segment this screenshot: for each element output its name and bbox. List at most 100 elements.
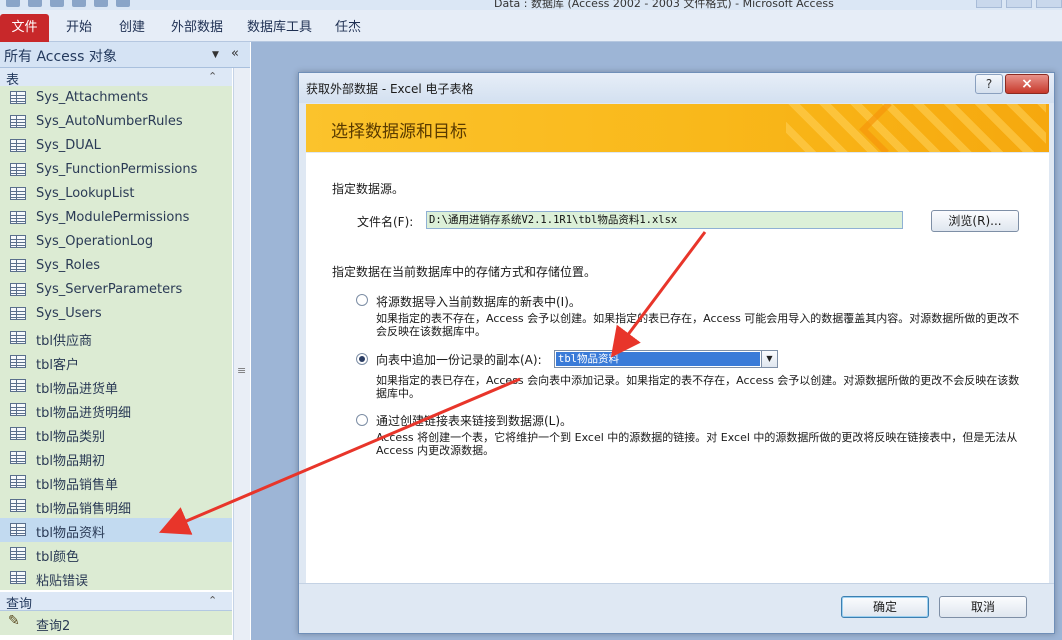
- nav-item-label: Sys_Roles: [36, 258, 101, 273]
- nav-item-label: tbl供应商: [36, 334, 92, 349]
- nav-item-table[interactable]: tbl物品销售明细: [0, 494, 232, 518]
- navigation-pane: 所有 Access 对象 ▼ « 表 ⌃ Sys_Attachments Sys…: [0, 42, 250, 640]
- filename-input[interactable]: D:\通用进销存系统V2.1.1R1\tbl物品资料1.xlsx: [426, 211, 903, 229]
- nav-item-label: tbl物品销售单: [36, 478, 118, 493]
- nav-item-label: tbl物品类别: [36, 430, 105, 445]
- nav-item-label: 查询2: [36, 619, 71, 634]
- nav-item-table[interactable]: Sys_DUAL: [0, 134, 232, 158]
- filename-label: 文件名(F):: [357, 215, 414, 229]
- nav-item-table[interactable]: Sys_Attachments: [0, 86, 232, 110]
- import-new-table-radio[interactable]: [356, 294, 368, 306]
- nav-item-table[interactable]: tbl客户: [0, 350, 232, 374]
- print-icon[interactable]: [72, 0, 86, 7]
- link-table-label[interactable]: 通过创建链接表来链接到数据源(L)。: [376, 412, 572, 429]
- nav-item-label: Sys_ServerParameters: [36, 282, 183, 297]
- table-icon: [10, 307, 26, 320]
- save-icon[interactable]: [50, 0, 64, 7]
- tab-home[interactable]: 开始: [56, 14, 102, 42]
- import-new-table-label[interactable]: 将源数据导入当前数据库的新表中(I)。: [376, 293, 581, 310]
- link-table-radio[interactable]: [356, 414, 368, 426]
- table-icon: [10, 115, 26, 128]
- nav-item-table[interactable]: tbl物品期初: [0, 446, 232, 470]
- nav-item-table[interactable]: tbl物品销售单: [0, 470, 232, 494]
- import-new-table-desc: 如果指定的表不存在，Access 会予以创建。如果指定的表已存在，Access …: [376, 312, 1020, 338]
- append-table-radio[interactable]: [356, 353, 368, 365]
- append-table-label[interactable]: 向表中追加一份记录的副本(A):: [376, 351, 542, 368]
- tab-database-tools[interactable]: 数据库工具: [237, 14, 322, 42]
- table-icon: [10, 139, 26, 152]
- ribbon-tabs: 文件 开始 创建 外部数据 数据库工具 任杰: [0, 10, 1062, 42]
- table-icon: [10, 355, 26, 368]
- table-icon: [10, 547, 26, 560]
- nav-group-tables[interactable]: 表 ⌃: [0, 68, 232, 88]
- splitter-grip-icon[interactable]: ≡: [237, 364, 246, 377]
- append-table-select[interactable]: tbl物品资料 ▼: [554, 350, 778, 368]
- nav-item-table[interactable]: Sys_Roles: [0, 254, 232, 278]
- nav-item-label: 粘贴错误: [36, 574, 89, 589]
- cancel-button[interactable]: 取消: [939, 596, 1027, 618]
- dialog-titlebar[interactable]: 获取外部数据 - Excel 电子表格 ? ×: [299, 73, 1054, 103]
- table-list: Sys_Attachments Sys_AutoNumberRules Sys_…: [0, 86, 232, 590]
- link-table-desc: Access 将创建一个表，它将维护一个到 Excel 中的源数据的链接。对 E…: [376, 431, 1018, 457]
- specify-source-label: 指定数据源。: [332, 182, 405, 196]
- nav-item-table[interactable]: Sys_ServerParameters: [0, 278, 232, 302]
- close-button[interactable]: ×: [1005, 74, 1049, 94]
- table-icon: [10, 379, 26, 392]
- table-icon: [10, 259, 26, 272]
- dialog-footer: 确定 取消: [299, 583, 1054, 633]
- nav-group-queries[interactable]: 查询 ⌃: [0, 592, 232, 612]
- maximize-button[interactable]: [1006, 0, 1032, 8]
- nav-item-table[interactable]: Sys_FunctionPermissions: [0, 158, 232, 182]
- nav-item-table[interactable]: Sys_LookupList: [0, 182, 232, 206]
- table-icon: [10, 403, 26, 416]
- help-button[interactable]: ?: [975, 74, 1003, 94]
- browse-button[interactable]: 浏览(R)...: [931, 210, 1019, 232]
- nav-item-label: Sys_ModulePermissions: [36, 210, 190, 225]
- tab-create[interactable]: 创建: [109, 14, 155, 42]
- quick-access-toolbar[interactable]: [6, 0, 236, 10]
- table-icon: [10, 187, 26, 200]
- banner-title: 选择数据源和目标: [331, 122, 467, 142]
- window-title: Data : 数据库 (Access 2002 - 2003 文件格式) - M…: [494, 0, 834, 10]
- query-icon: ✎: [8, 613, 20, 629]
- collapse-group-icon[interactable]: ⌃: [208, 70, 217, 83]
- nav-item-table[interactable]: tbl颜色: [0, 542, 232, 566]
- chevron-down-icon[interactable]: ▼: [761, 351, 777, 367]
- nav-item-label: tbl客户: [36, 358, 79, 373]
- nav-item-table-selected[interactable]: tbl物品资料: [0, 518, 232, 542]
- nav-item-table[interactable]: tbl供应商: [0, 326, 232, 350]
- tab-file[interactable]: 文件: [0, 14, 49, 42]
- nav-item-label: Sys_Users: [36, 306, 102, 321]
- collapse-pane-icon[interactable]: «: [231, 46, 239, 61]
- tab-external-data[interactable]: 外部数据: [161, 14, 233, 42]
- nav-item-table[interactable]: tbl物品类别: [0, 422, 232, 446]
- collapse-group-icon[interactable]: ⌃: [208, 594, 217, 607]
- dialog-body: 指定数据源。 文件名(F): D:\通用进销存系统V2.1.1R1\tbl物品资…: [306, 153, 1049, 631]
- dialog-title: 获取外部数据 - Excel 电子表格: [306, 82, 474, 96]
- nav-item-table[interactable]: 粘贴错误: [0, 566, 232, 590]
- close-window-button[interactable]: [1036, 0, 1062, 8]
- preview-icon[interactable]: [94, 0, 108, 7]
- nav-item-table[interactable]: Sys_ModulePermissions: [0, 206, 232, 230]
- minimize-button[interactable]: [976, 0, 1002, 8]
- table-icon: [10, 331, 26, 344]
- nav-item-table[interactable]: tbl物品进货单: [0, 374, 232, 398]
- nav-item-label: Sys_OperationLog: [36, 234, 154, 249]
- nav-item-table[interactable]: Sys_AutoNumberRules: [0, 110, 232, 134]
- undo-icon[interactable]: [28, 0, 42, 7]
- table-icon: [10, 235, 26, 248]
- nav-item-table[interactable]: Sys_OperationLog: [0, 230, 232, 254]
- nav-pane-header[interactable]: 所有 Access 对象 ▼ «: [0, 42, 250, 68]
- chevron-down-icon[interactable]: ▼: [212, 50, 219, 60]
- table-icon: [10, 571, 26, 584]
- table-icon: [10, 283, 26, 296]
- nav-item-table[interactable]: tbl物品进货明细: [0, 398, 232, 422]
- ok-button[interactable]: 确定: [841, 596, 929, 618]
- tab-custom[interactable]: 任杰: [325, 14, 371, 42]
- nav-pane-splitter[interactable]: ≡: [233, 68, 250, 640]
- qat-more-icon[interactable]: [116, 0, 130, 7]
- nav-item-query[interactable]: ✎ 查询2: [0, 611, 232, 635]
- nav-item-table[interactable]: Sys_Users: [0, 302, 232, 326]
- window-controls[interactable]: [972, 0, 1062, 10]
- dialog-banner: 选择数据源和目标: [306, 104, 1049, 152]
